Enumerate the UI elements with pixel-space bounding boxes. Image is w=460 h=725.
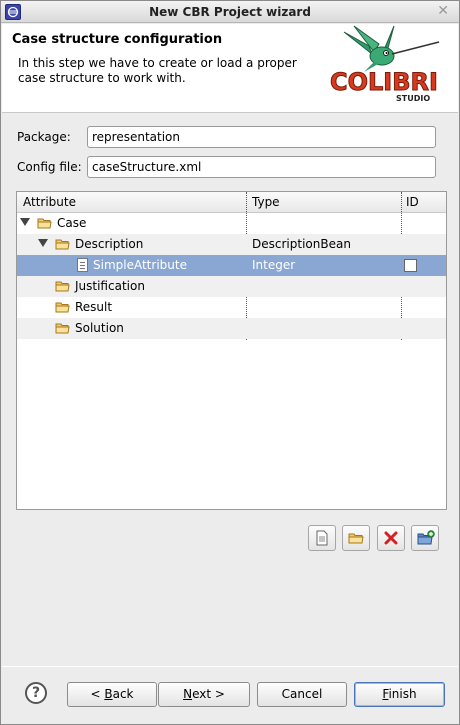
new-attribute-button[interactable]	[308, 525, 336, 551]
attribute-name: Case	[57, 216, 87, 230]
tree-row-simple-attribute[interactable]: SimpleAttribute Integer	[17, 255, 446, 276]
logo-studio-text: STUDIO	[396, 94, 431, 103]
wizard-window: New CBR Project wizard ✕ Case structure …	[0, 0, 460, 725]
open-folder-icon	[348, 533, 364, 544]
tree-header: Attribute Type ID	[17, 192, 446, 213]
colibri-logo: COLIBRI STUDIO	[324, 24, 444, 110]
config-file-input[interactable]	[87, 156, 436, 178]
case-structure-tree[interactable]: Attribute Type ID Case Description Descr…	[16, 191, 447, 510]
package-label: Package:	[17, 130, 71, 144]
column-header-id[interactable]: ID	[406, 195, 419, 209]
package-row: Package:	[17, 126, 437, 148]
title-bar: New CBR Project wizard ✕	[1, 1, 459, 23]
column-header-type[interactable]: Type	[252, 195, 280, 209]
folder-icon	[55, 302, 70, 313]
wizard-header: Case structure configuration In this ste…	[2, 24, 458, 113]
attribute-file-icon	[77, 258, 88, 272]
next-button-label: ext >	[192, 687, 225, 701]
attribute-name: Solution	[75, 321, 124, 335]
page-title: Case structure configuration	[12, 32, 223, 47]
folder-icon	[55, 281, 70, 292]
bottom-separator	[2, 666, 458, 667]
expand-triangle-icon[interactable]	[20, 218, 30, 226]
back-button-prefix: <	[90, 687, 105, 701]
help-icon[interactable]: ?	[25, 682, 47, 704]
finish-button[interactable]: Finish	[354, 682, 445, 707]
config-file-row: Config file:	[17, 156, 437, 178]
tree-row-case[interactable]: Case	[17, 213, 446, 234]
add-folder-icon	[417, 530, 435, 545]
page-description: In this step we have to create or load a…	[18, 56, 297, 85]
back-button-mnemonic: B	[104, 687, 113, 701]
tree-row-result[interactable]: Result	[17, 297, 446, 318]
attribute-name: Description	[75, 237, 144, 251]
hummingbird-icon	[343, 25, 440, 72]
config-file-label: Config file:	[17, 160, 82, 174]
logo-text: COLIBRI	[330, 68, 439, 97]
id-checkbox[interactable]	[404, 259, 417, 272]
new-file-icon	[316, 530, 328, 546]
tree-row-solution[interactable]: Solution	[17, 318, 446, 339]
back-button[interactable]: < Back	[67, 682, 157, 707]
package-input[interactable]	[87, 126, 436, 148]
expand-triangle-icon[interactable]	[38, 239, 48, 247]
column-header-attribute[interactable]: Attribute	[23, 195, 76, 209]
window-title: New CBR Project wizard	[149, 5, 311, 19]
attribute-name: SimpleAttribute	[93, 258, 187, 272]
delete-attribute-button[interactable]	[377, 525, 405, 551]
next-button[interactable]: Next >	[158, 682, 250, 707]
close-icon[interactable]: ✕	[437, 3, 449, 19]
folder-icon	[37, 218, 52, 229]
delete-icon	[384, 531, 398, 545]
cancel-button[interactable]: Cancel	[257, 682, 347, 707]
attribute-name: Justification	[75, 279, 145, 293]
finish-button-label: inish	[388, 687, 417, 701]
attribute-name: Result	[75, 300, 113, 314]
back-button-label: ack	[112, 687, 134, 701]
next-button-mnemonic: N	[183, 687, 193, 701]
folder-icon	[55, 323, 70, 334]
folder-icon	[55, 239, 70, 250]
tree-row-justification[interactable]: Justification	[17, 276, 446, 297]
attribute-type: DescriptionBean	[252, 237, 351, 251]
open-structure-button[interactable]	[342, 525, 370, 551]
attribute-type: Integer	[252, 258, 296, 272]
add-folder-button[interactable]	[411, 525, 439, 551]
tree-row-description[interactable]: Description DescriptionBean	[17, 234, 446, 255]
